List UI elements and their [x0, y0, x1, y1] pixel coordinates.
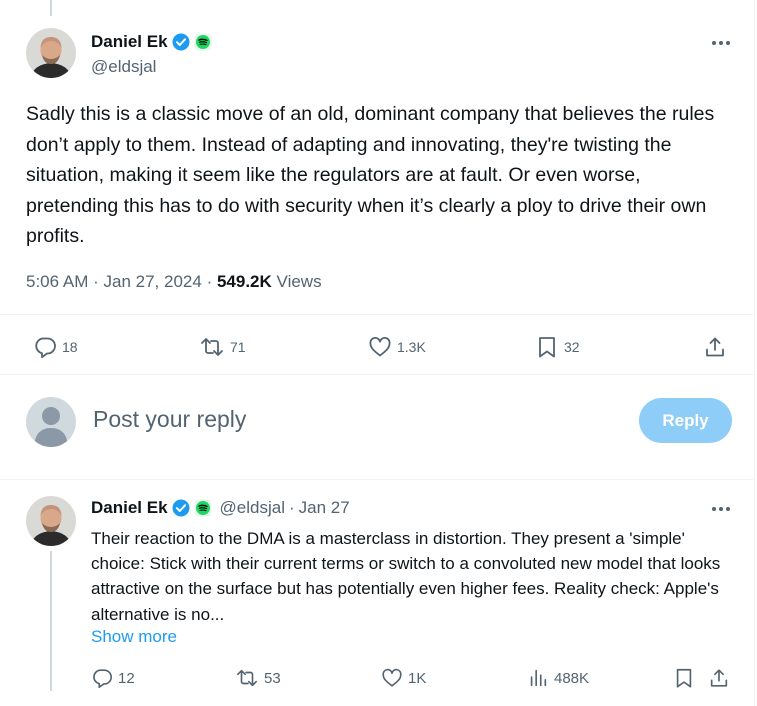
show-more-link[interactable]: Show more — [91, 627, 177, 647]
post-time[interactable]: 5:06 AM — [26, 272, 88, 291]
author-name[interactable]: Daniel Ek — [91, 32, 168, 52]
like-count: 1.3K — [397, 339, 426, 355]
post-date[interactable]: Jan 27, 2024 — [104, 272, 202, 291]
reply-date[interactable]: Jan 27 — [299, 498, 350, 518]
reply-icon — [33, 335, 57, 359]
repost-icon — [235, 667, 259, 689]
share-action[interactable] — [708, 667, 730, 689]
compose-avatar[interactable] — [26, 397, 76, 447]
divider — [0, 314, 755, 315]
post-meta: 5:06 AM · Jan 27, 2024 · 549.2K Views — [26, 272, 322, 292]
bookmark-count: 32 — [564, 339, 580, 355]
like-action[interactable]: 1K — [381, 667, 426, 689]
reply-action[interactable]: 18 — [33, 335, 78, 359]
like-action[interactable]: 1.3K — [368, 335, 426, 359]
meta-separator: · — [93, 272, 99, 291]
reply-count: 18 — [62, 339, 78, 355]
reply-input[interactable]: Post your reply — [93, 406, 246, 433]
analytics-icon — [527, 667, 549, 689]
views-count: 488K — [554, 669, 590, 687]
repost-action[interactable]: 71 — [199, 335, 246, 359]
more-options-icon[interactable] — [708, 34, 734, 52]
share-icon — [703, 335, 727, 359]
spotify-badge-icon[interactable] — [194, 33, 212, 51]
reply-count: 12 — [118, 669, 135, 687]
reply-action[interactable]: 12 — [91, 667, 135, 689]
bookmark-action[interactable]: 32 — [535, 335, 580, 359]
divider — [0, 479, 755, 480]
reply-post-text: Their reaction to the DMA is a mastercla… — [91, 529, 721, 624]
reply-author-handle[interactable]: @eldsjal — [220, 498, 285, 518]
more-options-icon[interactable] — [708, 500, 734, 518]
share-icon — [708, 667, 730, 689]
bookmark-icon — [535, 335, 559, 359]
verified-badge-icon — [172, 499, 190, 517]
heart-icon — [368, 335, 392, 359]
reply-button[interactable]: Reply — [639, 398, 732, 443]
bookmark-action[interactable] — [673, 667, 695, 689]
author-handle-row: @eldsjal — [91, 57, 156, 77]
repost-icon — [199, 335, 225, 359]
divider — [0, 374, 755, 375]
author-handle[interactable]: @eldsjal — [91, 57, 156, 77]
repost-count: 53 — [264, 669, 281, 687]
reply-avatar[interactable] — [26, 496, 76, 546]
meta-separator: · — [206, 272, 213, 291]
views-count: 549.2K — [216, 272, 272, 291]
post-thread: Daniel Ek @eldsjal Sadly this is a class… — [0, 0, 755, 706]
reply-icon — [91, 667, 113, 689]
reply-author-row: Daniel Ek @eldsjal · Jan 27 — [91, 498, 350, 518]
views-action[interactable]: 488K — [527, 667, 589, 689]
post-text: Sadly this is a classic move of an old, … — [26, 103, 715, 248]
heart-icon — [381, 667, 403, 689]
like-count: 1K — [408, 669, 427, 687]
bookmark-icon — [673, 667, 695, 689]
meta-separator: · — [289, 498, 295, 517]
repost-action[interactable]: 53 — [235, 667, 281, 689]
share-action[interactable] — [703, 335, 727, 359]
verified-badge-icon — [172, 33, 190, 51]
spotify-badge-icon[interactable] — [194, 499, 212, 517]
reply-author-name[interactable]: Daniel Ek — [91, 498, 168, 518]
avatar[interactable] — [26, 28, 76, 78]
views-label: Views — [276, 272, 322, 291]
author-row: Daniel Ek — [91, 32, 212, 52]
thread-connector — [50, 551, 52, 691]
repost-count: 71 — [230, 339, 246, 355]
thread-connector-top — [50, 0, 52, 16]
